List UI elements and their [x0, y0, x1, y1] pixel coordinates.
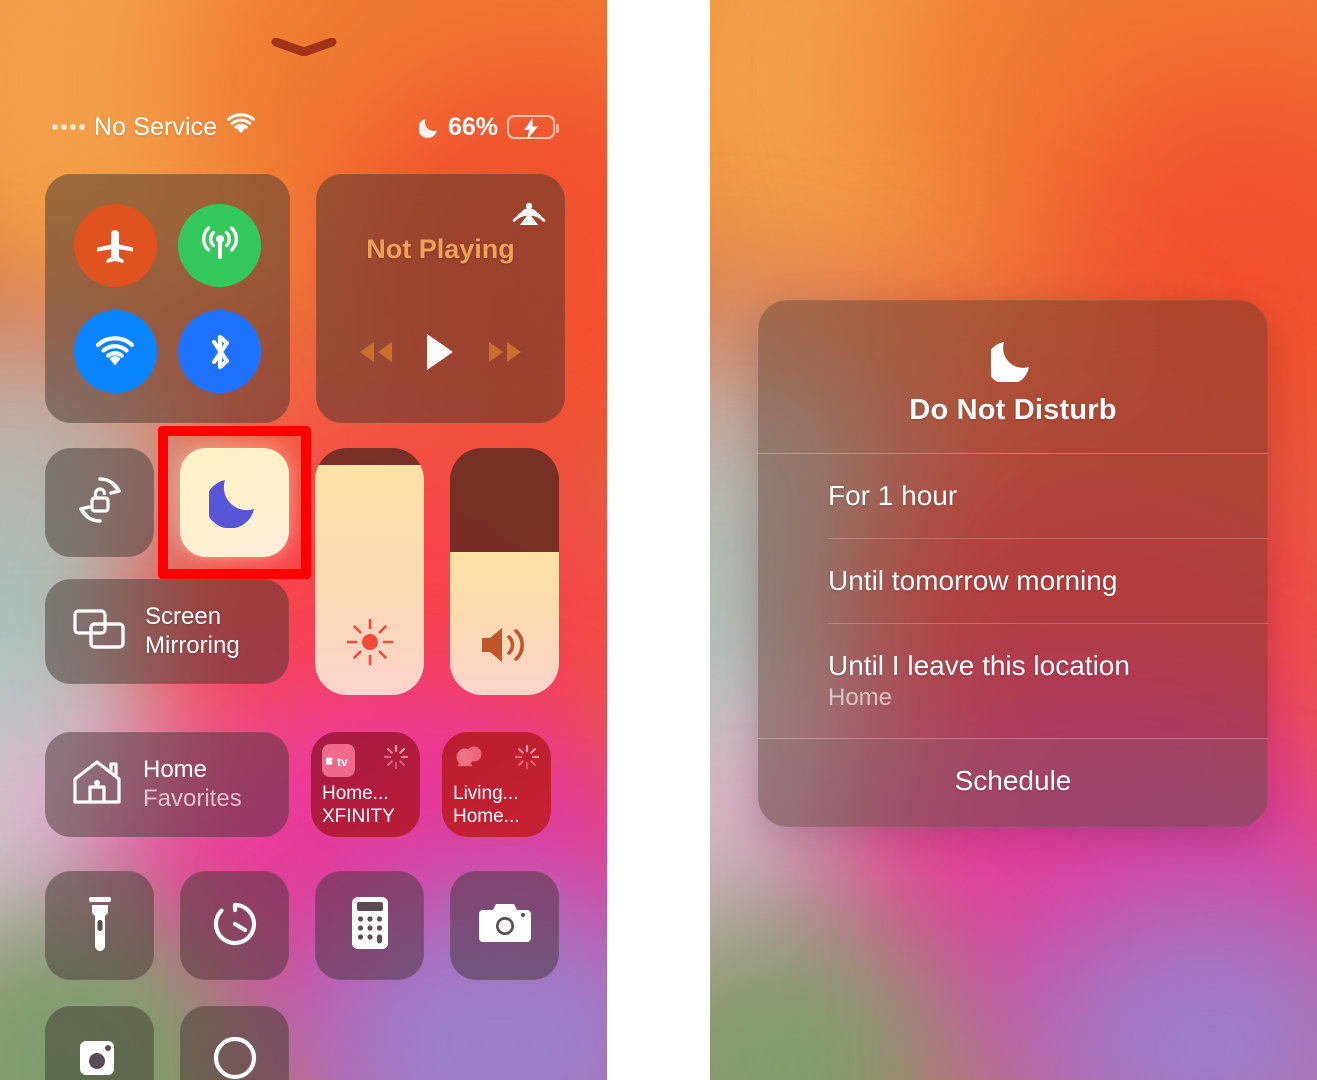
- screen-record-icon: [75, 1035, 125, 1080]
- media-controls: [316, 332, 565, 377]
- homekit-accessory-label: Living... Home...: [453, 783, 520, 828]
- rotation-lock-icon: [72, 472, 128, 533]
- sheet-title: Do Not Disturb: [909, 394, 1117, 426]
- timer-icon: [207, 895, 263, 956]
- panel-divider: [607, 0, 710, 1080]
- brightness-slider[interactable]: [315, 448, 424, 695]
- apple-tv-icon: tv: [322, 744, 355, 777]
- row-home: Home Favorites tv Home... XFINITY Living…: [45, 732, 565, 837]
- home-title: Home: [143, 756, 208, 784]
- charging-bolt-icon: [522, 118, 540, 139]
- dnd-option-until-tomorrow-morning[interactable]: Until tomorrow morning: [758, 539, 1268, 623]
- option-title: Until tomorrow morning: [828, 565, 1118, 596]
- homekit-accessory-0[interactable]: tv Home... XFINITY: [311, 732, 420, 837]
- do-not-disturb-toggle[interactable]: [180, 448, 289, 557]
- circle-icon: [207, 1030, 263, 1080]
- flashlight-icon: [83, 895, 117, 956]
- bluetooth-toggle[interactable]: [178, 310, 262, 394]
- wifi-toggle[interactable]: [73, 310, 157, 394]
- homekit-accessory-label: Home... XFINITY: [322, 783, 395, 828]
- dnd-schedule-button[interactable]: Schedule: [758, 739, 1268, 827]
- airplay-icon[interactable]: [509, 188, 549, 228]
- screen-mirroring-label: Screen Mirroring: [145, 603, 240, 659]
- row-utilities-partial: [45, 1006, 565, 1080]
- schedule-label: Schedule: [954, 765, 1072, 796]
- lights-bulbs-icon: [453, 744, 487, 779]
- status-bar: No Service 66%: [0, 108, 607, 146]
- control-center-grid: Not Playing Screen Mirroring Home Favori…: [45, 174, 565, 1080]
- calculator-button[interactable]: [315, 871, 424, 980]
- battery-icon: [507, 115, 559, 139]
- camera-button[interactable]: [450, 871, 559, 980]
- cellular-data-toggle[interactable]: [178, 203, 262, 287]
- airplane-mode-toggle[interactable]: [73, 203, 157, 287]
- home-house-icon: [69, 757, 125, 812]
- brightness-sun-icon: [315, 615, 424, 669]
- home-favorites-button[interactable]: Home Favorites: [45, 732, 289, 837]
- wifi-icon: [226, 113, 256, 141]
- sliders-group: [315, 448, 559, 695]
- dnd-options-panel: Do Not Disturb For 1 hour Until tomorrow…: [710, 0, 1317, 1080]
- accessibility-button[interactable]: [180, 1006, 289, 1080]
- now-playing-module[interactable]: Not Playing: [316, 174, 565, 423]
- option-title: Until I leave this location: [828, 650, 1130, 681]
- speaker-volume-icon: [450, 621, 559, 669]
- rotation-lock-toggle[interactable]: [45, 448, 154, 557]
- signal-dots-icon: [52, 124, 85, 130]
- option-subtitle: Home: [828, 684, 893, 711]
- moon-icon: [417, 116, 439, 138]
- row-utilities: [45, 871, 565, 980]
- flashlight-button[interactable]: [45, 871, 154, 980]
- battery-percent-label: 66%: [447, 112, 498, 141]
- control-center-panel: No Service 66% Not Playing Screen Mirror…: [0, 0, 607, 1080]
- rewind-icon[interactable]: [356, 339, 396, 370]
- home-subtitle: Favorites: [143, 784, 242, 812]
- screen-mirroring-icon: [71, 606, 127, 657]
- loading-spinner-icon: [383, 744, 409, 770]
- now-playing-title: Not Playing: [366, 234, 515, 264]
- do-not-disturb-toggle-wrap: [158, 426, 311, 579]
- volume-slider[interactable]: [450, 448, 559, 695]
- play-icon[interactable]: [423, 332, 457, 377]
- loading-spinner-icon: [514, 744, 540, 770]
- dnd-option-for-1-hour[interactable]: For 1 hour: [758, 454, 1268, 538]
- moon-icon: [205, 472, 261, 533]
- chevron-down-icon[interactable]: [271, 38, 337, 56]
- row-toggles-sliders: Screen Mirroring: [45, 426, 565, 695]
- option-title: For 1 hour: [828, 480, 958, 511]
- camera-icon: [476, 900, 534, 951]
- timer-button[interactable]: [180, 871, 289, 980]
- home-tile-labels: Home Favorites: [143, 756, 242, 813]
- row-connectivity-media: Not Playing: [45, 174, 565, 423]
- carrier-label: No Service: [94, 112, 218, 141]
- sheet-header: Do Not Disturb: [758, 300, 1268, 453]
- connectivity-module: [45, 174, 290, 423]
- moon-icon: [986, 336, 1035, 385]
- homekit-accessory-1[interactable]: Living... Home...: [442, 732, 551, 837]
- screen-mirroring-button[interactable]: Screen Mirroring: [45, 579, 289, 684]
- screen-record-button[interactable]: [45, 1006, 154, 1080]
- screenshot-stage: No Service 66% Not Playing Screen Mirror…: [0, 0, 1317, 1080]
- fast-forward-icon[interactable]: [485, 339, 525, 370]
- calculator-icon: [349, 895, 391, 956]
- do-not-disturb-action-sheet: Do Not Disturb For 1 hour Until tomorrow…: [758, 300, 1268, 827]
- dnd-option-until-i-leave-this-location[interactable]: Until I leave this location Home: [758, 624, 1268, 738]
- svg-text:tv: tv: [337, 755, 348, 768]
